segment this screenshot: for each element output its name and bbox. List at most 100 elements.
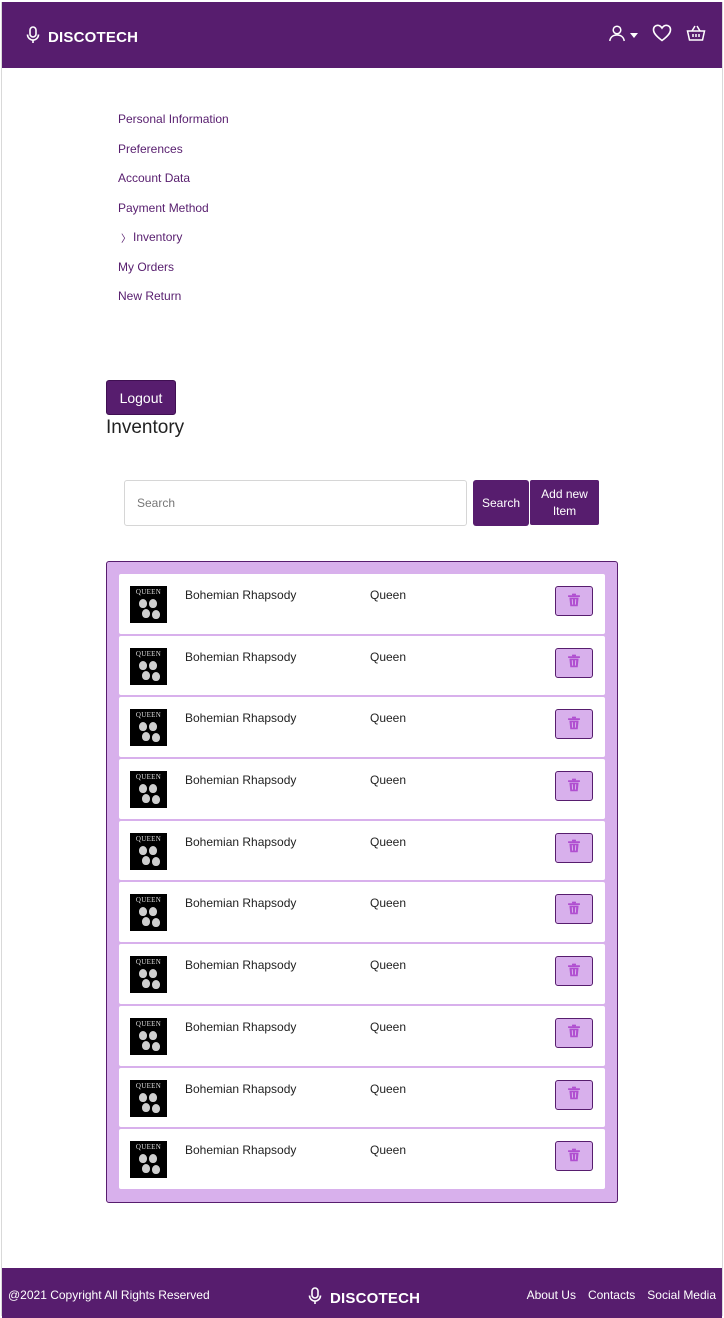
header-actions xyxy=(608,24,706,47)
item-artist: Queen xyxy=(370,1081,407,1096)
menu-item-payment-method[interactable]: Payment Method xyxy=(118,199,229,229)
item-artist: Queen xyxy=(370,958,407,973)
trash-icon xyxy=(567,839,581,856)
search-button[interactable]: Search xyxy=(473,480,529,526)
inventory-row: QUEEN Bohemian Rhapsody Queen xyxy=(119,1005,605,1066)
menu-item-label: My Orders xyxy=(118,259,175,274)
trash-icon xyxy=(567,1024,581,1041)
logout-button[interactable]: Logout xyxy=(106,380,176,415)
album-cover-text: QUEEN xyxy=(135,649,162,658)
cart-button[interactable] xyxy=(686,24,706,47)
inventory-row: QUEEN Bohemian Rhapsody Queen xyxy=(119,882,605,943)
album-cover-text: QUEEN xyxy=(135,896,162,905)
trash-icon xyxy=(567,716,581,733)
item-title: Bohemian Rhapsody xyxy=(185,834,297,849)
delete-item-button[interactable] xyxy=(555,709,593,740)
album-cover-image: QUEEN xyxy=(130,1079,167,1117)
album-cover-image: QUEEN xyxy=(130,956,167,994)
trash-icon xyxy=(567,593,581,610)
album-cover-image: QUEEN xyxy=(130,1017,167,1055)
inventory-row: QUEEN Bohemian Rhapsody Queen xyxy=(119,1067,605,1128)
footer-link-about-us[interactable]: About Us xyxy=(527,1288,576,1302)
album-cover-text: QUEEN xyxy=(135,711,162,720)
album-cover-text: QUEEN xyxy=(135,958,162,967)
album-cover-text: QUEEN xyxy=(135,1081,162,1090)
top-navbar: DISCOTECH xyxy=(2,2,722,68)
menu-item-label: Personal Information xyxy=(118,112,229,126)
album-cover-text: QUEEN xyxy=(135,773,162,782)
item-artist: Queen xyxy=(370,1019,407,1034)
album-cover-text: QUEEN xyxy=(135,588,162,596)
delete-item-button[interactable] xyxy=(555,894,593,925)
menu-item-label: Preferences xyxy=(118,141,183,156)
account-side-menu: Personal Information Preferences Account… xyxy=(118,110,229,317)
item-artist: Queen xyxy=(370,834,407,849)
item-title: Bohemian Rhapsody xyxy=(185,588,297,602)
item-artist: Queen xyxy=(370,896,407,911)
brand-name: DISCOTECH xyxy=(48,29,139,46)
chevron-down-icon xyxy=(630,33,638,38)
trash-icon xyxy=(567,1148,581,1165)
inventory-row: QUEEN Bohemian Rhapsody Queen xyxy=(119,944,605,1004)
account-menu-toggle[interactable] xyxy=(608,24,638,47)
menu-item-label: Account Data xyxy=(118,171,191,185)
inventory-row: QUEEN Bohemian Rhapsody Queen xyxy=(119,1129,605,1189)
chevron-right-icon: 〉 xyxy=(121,234,131,245)
album-cover-text: QUEEN xyxy=(135,1143,162,1152)
delete-item-button[interactable] xyxy=(555,1141,593,1172)
album-cover-image: QUEEN xyxy=(130,832,167,870)
menu-item-label: Payment Method xyxy=(118,200,209,215)
item-artist: Queen xyxy=(370,1143,407,1158)
footer-brand-name: DISCOTECH xyxy=(330,1290,421,1307)
heart-icon xyxy=(652,24,672,47)
album-cover-image: QUEEN xyxy=(130,1141,167,1179)
delete-item-button[interactable] xyxy=(555,832,593,863)
item-title: Bohemian Rhapsody xyxy=(185,958,297,973)
item-artist: Queen xyxy=(370,649,407,664)
microphone-icon xyxy=(26,26,40,49)
item-artist: Queen xyxy=(370,711,407,726)
delete-item-button[interactable] xyxy=(555,956,593,987)
inventory-row: QUEEN Bohemian Rhapsody Queen xyxy=(119,697,605,758)
menu-item-account-data[interactable]: Account Data xyxy=(118,169,229,199)
footer-brand-logo[interactable]: DISCOTECH xyxy=(308,1287,420,1310)
trash-icon xyxy=(567,901,581,918)
menu-item-personal-information[interactable]: Personal Information xyxy=(118,110,229,140)
delete-item-button[interactable] xyxy=(555,586,593,616)
search-input[interactable] xyxy=(124,480,467,526)
delete-item-button[interactable] xyxy=(555,1079,593,1110)
album-cover-image: QUEEN xyxy=(130,709,167,747)
menu-item-my-orders[interactable]: My Orders xyxy=(118,258,229,288)
item-title: Bohemian Rhapsody xyxy=(185,711,297,726)
menu-item-inventory[interactable]: 〉 Inventory xyxy=(118,228,229,258)
delete-item-button[interactable] xyxy=(555,647,593,678)
page-footer: @2021 Copyright All Rights Reserved DISC… xyxy=(2,1268,722,1318)
trash-icon xyxy=(567,654,581,671)
basket-icon xyxy=(686,24,706,47)
inventory-row: QUEEN Bohemian Rhapsody Queen xyxy=(119,759,605,819)
delete-item-button[interactable] xyxy=(555,771,593,802)
album-cover-image: QUEEN xyxy=(130,894,167,932)
menu-item-preferences[interactable]: Preferences xyxy=(118,140,229,170)
album-cover-text: QUEEN xyxy=(135,1019,162,1028)
menu-item-label: New Return xyxy=(118,289,182,303)
item-artist: Queen xyxy=(370,773,407,788)
add-new-item-button[interactable]: Add new Item xyxy=(530,480,599,525)
trash-icon xyxy=(567,1086,581,1103)
album-cover-text: QUEEN xyxy=(135,834,162,843)
item-title: Bohemian Rhapsody xyxy=(185,773,297,788)
menu-item-new-return[interactable]: New Return xyxy=(118,287,229,317)
trash-icon xyxy=(567,963,581,980)
item-title: Bohemian Rhapsody xyxy=(185,1143,297,1158)
inventory-row: QUEEN Bohemian Rhapsody Queen xyxy=(119,574,605,634)
album-cover-image: QUEEN xyxy=(130,771,167,809)
item-artist: Queen xyxy=(370,588,407,602)
inventory-list: QUEEN Bohemian Rhapsody Queen QUEEN Bohe… xyxy=(106,561,618,1203)
delete-item-button[interactable] xyxy=(555,1017,593,1048)
brand-logo[interactable]: DISCOTECH xyxy=(26,26,138,49)
footer-link-social-media[interactable]: Social Media xyxy=(647,1288,716,1302)
wishlist-button[interactable] xyxy=(652,24,672,47)
trash-icon xyxy=(567,778,581,795)
footer-link-contacts[interactable]: Contacts xyxy=(588,1288,635,1302)
inventory-row: QUEEN Bohemian Rhapsody Queen xyxy=(119,635,605,696)
